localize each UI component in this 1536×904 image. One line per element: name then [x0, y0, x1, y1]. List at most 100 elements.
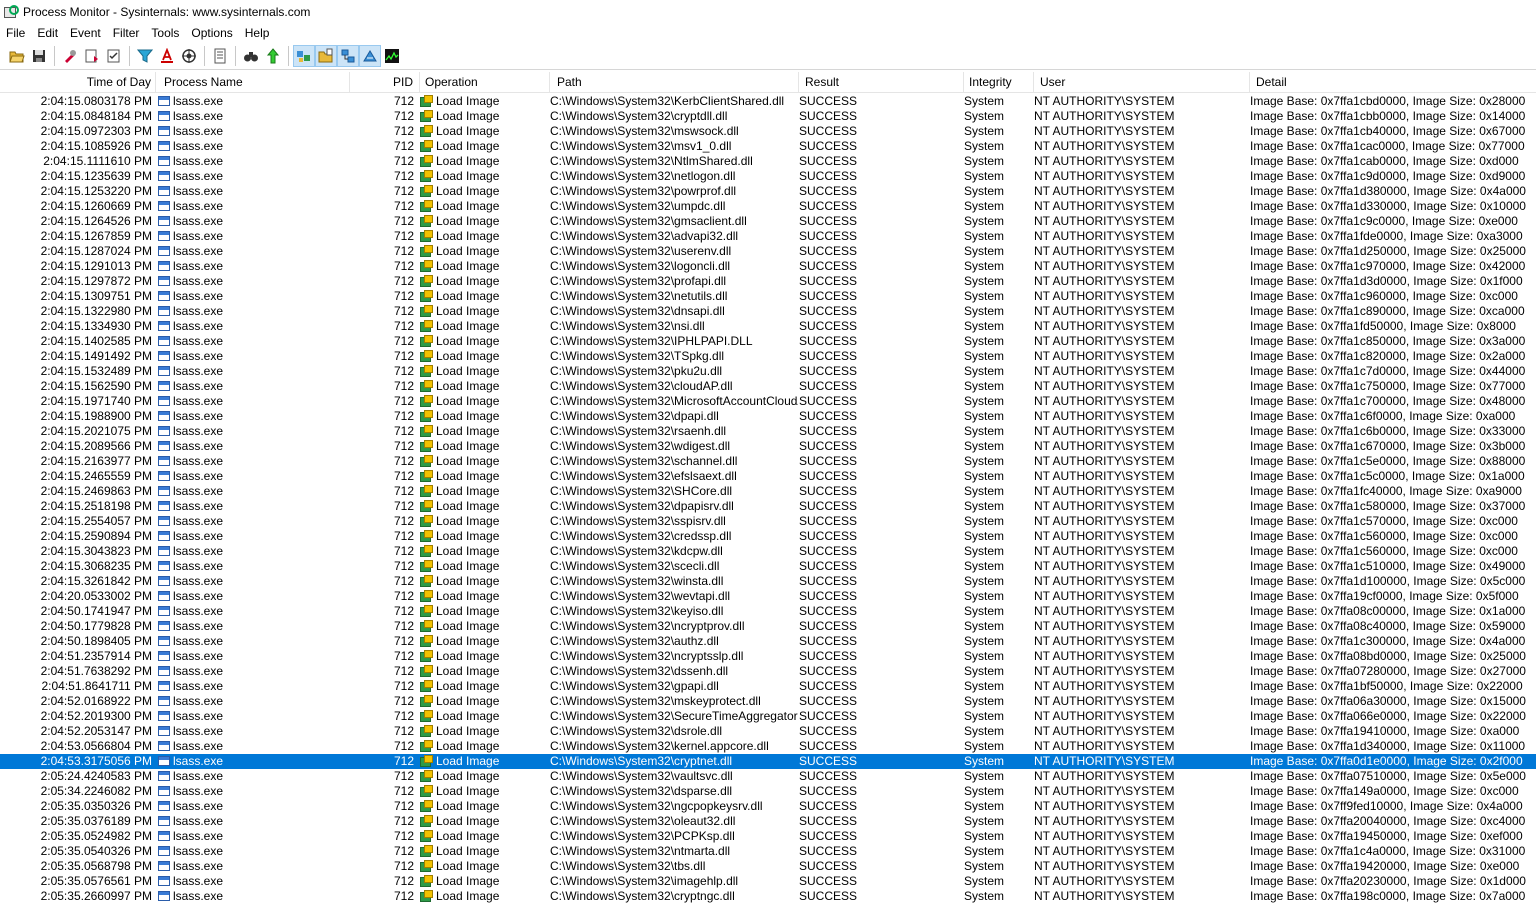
col-path[interactable]: Path — [550, 72, 799, 92]
col-time-of-day[interactable]: Time of Day — [0, 72, 156, 92]
cell-integrity: System — [964, 619, 1005, 633]
cell-detail: Image Base: 0x7ffa1d380000, Image Size: … — [1250, 184, 1526, 198]
table-row[interactable]: 2:04:15.1287024 PM lsass.exe 712 Load Image… — [0, 244, 1536, 259]
table-row[interactable]: 2:04:15.1532489 PM lsass.exe 712 Load Image… — [0, 364, 1536, 379]
table-row[interactable]: 2:04:15.3043823 PM lsass.exe 712 Load Image… — [0, 544, 1536, 559]
table-row[interactable]: 2:04:52.2019300 PM lsass.exe 712 Load Image… — [0, 709, 1536, 724]
process-icon[interactable] — [359, 45, 381, 67]
table-row[interactable]: 2:04:15.2021075 PM lsass.exe 712 Load Image… — [0, 424, 1536, 439]
table-row[interactable]: 2:05:35.2660997 PM lsass.exe 712 Load Image… — [0, 889, 1536, 904]
cell-path: C:\Windows\System32\SHCore.dll — [550, 484, 733, 498]
table-row[interactable]: 2:05:35.0576561 PM lsass.exe 712 Load Image… — [0, 874, 1536, 889]
table-row[interactable]: 2:04:50.1741947 PM lsass.exe 712 Load Image… — [0, 604, 1536, 619]
table-row[interactable]: 2:04:15.1491492 PM lsass.exe 712 Load Image… — [0, 349, 1536, 364]
table-row[interactable]: 2:04:15.1562590 PM lsass.exe 712 Load Image… — [0, 379, 1536, 394]
table-row[interactable]: 2:04:51.8641711 PM lsass.exe 712 Load Image… — [0, 679, 1536, 694]
network-icon[interactable] — [337, 45, 359, 67]
cell-integrity: System — [964, 424, 1005, 438]
table-row[interactable]: 2:05:35.0350326 PM lsass.exe 712 Load Image… — [0, 799, 1536, 814]
col-operation[interactable]: Operation — [420, 72, 550, 92]
menu-edit[interactable]: Edit — [31, 26, 64, 40]
table-row[interactable]: 2:04:15.2089566 PM lsass.exe 712 Load Image… — [0, 439, 1536, 454]
menu-event[interactable]: Event — [64, 26, 107, 40]
filesystem-icon[interactable] — [315, 45, 337, 67]
table-row[interactable]: 2:05:35.0540326 PM lsass.exe 712 Load Image… — [0, 844, 1536, 859]
table-row[interactable]: 2:05:35.0524982 PM lsass.exe 712 Load Image… — [0, 829, 1536, 844]
table-row[interactable]: 2:04:15.1291013 PM lsass.exe 712 Load Image… — [0, 259, 1536, 274]
highlight-icon[interactable] — [156, 45, 178, 67]
table-row[interactable]: 2:04:15.1111610 PM lsass.exe 712 Load Image… — [0, 154, 1536, 169]
cell-result: SUCCESS — [799, 754, 858, 768]
col-process-name[interactable]: Process Name — [156, 72, 350, 92]
table-row[interactable]: 2:04:53.3175056 PM lsass.exe 712 Load Image… — [0, 754, 1536, 769]
filter-icon[interactable] — [134, 45, 156, 67]
table-row[interactable]: 2:04:15.1971740 PM lsass.exe 712 Load Image… — [0, 394, 1536, 409]
profiling-icon[interactable] — [381, 45, 403, 67]
table-row[interactable]: 2:04:15.2590894 PM lsass.exe 712 Load Image… — [0, 529, 1536, 544]
save-icon[interactable] — [28, 45, 50, 67]
cell-path: C:\Windows\System32\keyiso.dll — [550, 604, 724, 618]
target-icon[interactable] — [178, 45, 200, 67]
table-row[interactable]: 2:04:15.3261842 PM lsass.exe 712 Load Image… — [0, 574, 1536, 589]
cell-time: 2:04:15.1267859 PM — [40, 229, 152, 243]
table-row[interactable]: 2:04:15.1235639 PM lsass.exe 712 Load Image… — [0, 169, 1536, 184]
table-row[interactable]: 2:04:15.1264526 PM lsass.exe 712 Load Image… — [0, 214, 1536, 229]
table-row[interactable]: 2:04:50.1779828 PM lsass.exe 712 Load Image… — [0, 619, 1536, 634]
cell-process: lsass.exe — [158, 649, 348, 664]
table-row[interactable]: 2:04:51.2357914 PM lsass.exe 712 Load Image… — [0, 649, 1536, 664]
clear-icon[interactable] — [103, 45, 125, 67]
table-row[interactable]: 2:04:15.1253220 PM lsass.exe 712 Load Image… — [0, 184, 1536, 199]
table-row[interactable]: 2:04:15.1402585 PM lsass.exe 712 Load Image… — [0, 334, 1536, 349]
col-pid[interactable]: PID — [350, 72, 420, 92]
cell-result: SUCCESS — [799, 769, 858, 783]
table-row[interactable]: 2:05:35.0568798 PM lsass.exe 712 Load Image… — [0, 859, 1536, 874]
menu-tools[interactable]: Tools — [145, 26, 185, 40]
table-row[interactable]: 2:04:15.1334930 PM lsass.exe 712 Load Image… — [0, 319, 1536, 334]
table-row[interactable]: 2:04:52.0168922 PM lsass.exe 712 Load Image… — [0, 694, 1536, 709]
table-row[interactable]: 2:04:15.1267859 PM lsass.exe 712 Load Image… — [0, 229, 1536, 244]
cell-process-name: lsass.exe — [173, 739, 224, 753]
autoscroll-icon[interactable] — [81, 45, 103, 67]
table-row[interactable]: 2:04:15.3068235 PM lsass.exe 712 Load Image… — [0, 559, 1536, 574]
table-row[interactable]: 2:04:15.0848184 PM lsass.exe 712 Load Image… — [0, 109, 1536, 124]
cell-pid: 712 — [393, 334, 414, 348]
jump-icon[interactable] — [262, 45, 284, 67]
cell-process-name: lsass.exe — [173, 544, 224, 558]
cell-process: lsass.exe — [158, 634, 348, 649]
menu-help[interactable]: Help — [239, 26, 276, 40]
col-detail[interactable]: Detail — [1250, 72, 1536, 92]
menu-options[interactable]: Options — [185, 26, 238, 40]
table-row[interactable]: 2:04:15.0803178 PM lsass.exe 712 Load Image… — [0, 94, 1536, 109]
event-list[interactable]: 2:04:15.0803178 PM lsass.exe 712 Load Image… — [0, 94, 1536, 904]
table-row[interactable]: 2:04:15.2518198 PM lsass.exe 712 Load Image… — [0, 499, 1536, 514]
table-row[interactable]: 2:04:15.2554057 PM lsass.exe 712 Load Image… — [0, 514, 1536, 529]
table-row[interactable]: 2:04:50.1898405 PM lsass.exe 712 Load Image… — [0, 634, 1536, 649]
table-row[interactable]: 2:04:15.1085926 PM lsass.exe 712 Load Image… — [0, 139, 1536, 154]
table-row[interactable]: 2:04:15.1988900 PM lsass.exe 712 Load Image… — [0, 409, 1536, 424]
table-row[interactable]: 2:04:15.2465559 PM lsass.exe 712 Load Image… — [0, 469, 1536, 484]
table-row[interactable]: 2:04:20.0533002 PM lsass.exe 712 Load Image… — [0, 589, 1536, 604]
menu-file[interactable]: File — [0, 26, 31, 40]
table-row[interactable]: 2:04:52.2053147 PM lsass.exe 712 Load Image… — [0, 724, 1536, 739]
col-result[interactable]: Result — [799, 72, 964, 92]
table-row[interactable]: 2:04:51.7638292 PM lsass.exe 712 Load Image… — [0, 664, 1536, 679]
open-icon[interactable] — [6, 45, 28, 67]
table-row[interactable]: 2:04:15.1297872 PM lsass.exe 712 Load Image… — [0, 274, 1536, 289]
col-user[interactable]: User — [1034, 72, 1250, 92]
registry-icon[interactable] — [293, 45, 315, 67]
find-icon[interactable] — [240, 45, 262, 67]
table-row[interactable]: 2:04:15.2163977 PM lsass.exe 712 Load Image… — [0, 454, 1536, 469]
table-row[interactable]: 2:05:34.2246082 PM lsass.exe 712 Load Image… — [0, 784, 1536, 799]
table-row[interactable]: 2:04:15.1309751 PM lsass.exe 712 Load Image… — [0, 289, 1536, 304]
capture-icon[interactable] — [59, 45, 81, 67]
col-integrity[interactable]: Integrity — [964, 72, 1034, 92]
table-row[interactable]: 2:04:53.0566804 PM lsass.exe 712 Load Image… — [0, 739, 1536, 754]
table-row[interactable]: 2:04:15.2469863 PM lsass.exe 712 Load Image… — [0, 484, 1536, 499]
table-row[interactable]: 2:04:15.0972303 PM lsass.exe 712 Load Image… — [0, 124, 1536, 139]
table-row[interactable]: 2:04:15.1260669 PM lsass.exe 712 Load Image… — [0, 199, 1536, 214]
menu-filter[interactable]: Filter — [107, 26, 146, 40]
table-row[interactable]: 2:04:15.1322980 PM lsass.exe 712 Load Image… — [0, 304, 1536, 319]
table-row[interactable]: 2:05:35.0376189 PM lsass.exe 712 Load Image… — [0, 814, 1536, 829]
table-row[interactable]: 2:05:24.4240583 PM lsass.exe 712 Load Image… — [0, 769, 1536, 784]
process-tree-icon[interactable] — [209, 45, 231, 67]
